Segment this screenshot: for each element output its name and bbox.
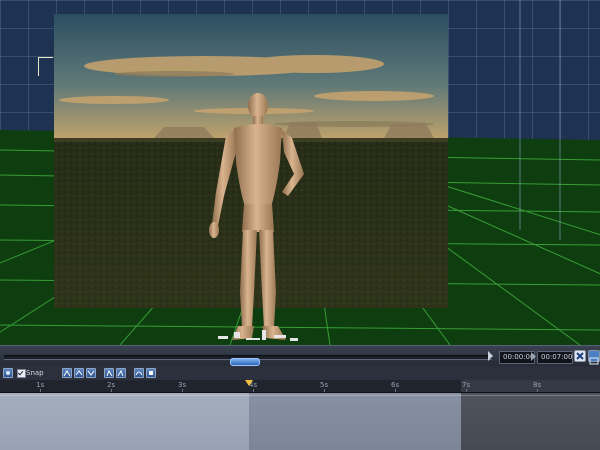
scattered-objects-icon bbox=[218, 330, 298, 341]
time-scrubber-track[interactable] bbox=[4, 355, 492, 366]
key-down-button[interactable] bbox=[86, 368, 96, 378]
ruler-tick-label: 6s bbox=[391, 381, 400, 389]
snap-checkbox[interactable] bbox=[17, 369, 26, 378]
ruler-out-of-range bbox=[461, 380, 600, 392]
end-time-field[interactable]: 00:07:00 bbox=[537, 351, 573, 364]
3d-viewport[interactable] bbox=[0, 0, 600, 345]
track-divider bbox=[0, 395, 600, 396]
key-up-icon bbox=[75, 370, 83, 376]
scrubber-end-arrow-icon bbox=[488, 351, 493, 361]
playback-bar: 00:00:00 00:07:00 bbox=[0, 345, 600, 367]
snap-label: Snap bbox=[26, 369, 44, 377]
key-add-button[interactable] bbox=[62, 368, 72, 378]
ruler-tick-label: 8s bbox=[533, 381, 542, 389]
key-prev-icon bbox=[106, 369, 113, 377]
ruler-tick-label: 2s bbox=[107, 381, 116, 389]
close-x-icon bbox=[576, 352, 584, 360]
key-down-icon bbox=[87, 370, 95, 376]
track-mode-icon bbox=[6, 371, 10, 375]
key-next-button[interactable] bbox=[116, 368, 126, 378]
key-up-button[interactable] bbox=[74, 368, 84, 378]
time-scrubber-handle[interactable] bbox=[230, 358, 260, 366]
human-figure-icon[interactable] bbox=[196, 92, 320, 345]
timeline-toolbar: Snap bbox=[0, 366, 600, 381]
current-time-field[interactable]: 00:00:00 bbox=[499, 351, 535, 364]
copy-icon bbox=[149, 371, 153, 375]
panel-toggle-icon bbox=[589, 357, 599, 365]
close-x-button[interactable] bbox=[574, 350, 586, 362]
ruler-tick-label: 7s bbox=[462, 381, 471, 389]
track-remaining-region bbox=[249, 393, 461, 450]
track-mode-button[interactable] bbox=[3, 368, 13, 378]
track-elapsed-region bbox=[0, 393, 249, 450]
timeline-tracks[interactable] bbox=[0, 393, 600, 450]
ruler-tick-label: 1s bbox=[36, 381, 45, 389]
frame-corner-marker bbox=[38, 57, 53, 76]
curve-icon bbox=[135, 371, 143, 376]
ruler-tick-label: 3s bbox=[178, 381, 187, 389]
ruler-tick-label: 5s bbox=[320, 381, 329, 389]
track-outside-range-region bbox=[461, 393, 600, 450]
timeline-ruler[interactable]: 1s 2s 3s 4s 5s 6s 7s 8s bbox=[0, 380, 600, 393]
key-add-icon bbox=[63, 370, 71, 377]
playhead-marker-icon[interactable] bbox=[245, 380, 253, 386]
copy-button[interactable] bbox=[146, 368, 156, 378]
panel-toggle-button[interactable] bbox=[588, 350, 600, 365]
key-next-icon bbox=[117, 369, 124, 377]
curve-button[interactable] bbox=[134, 368, 144, 378]
key-prev-button[interactable] bbox=[104, 368, 114, 378]
